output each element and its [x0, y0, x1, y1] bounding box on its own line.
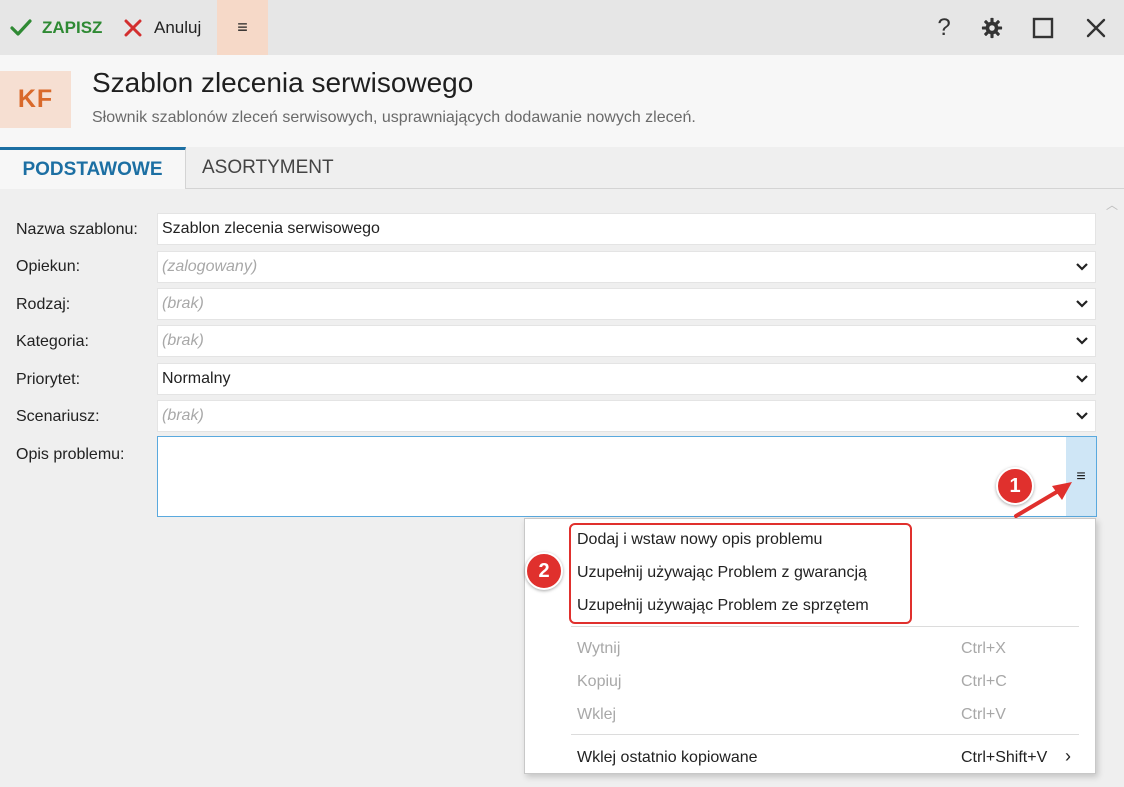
scroll-up-icon[interactable]: ︿: [1106, 196, 1118, 213]
rodzaj-select[interactable]: (brak): [157, 288, 1096, 320]
settings-button[interactable]: [972, 0, 1012, 55]
kategoria-select[interactable]: (brak): [157, 325, 1096, 357]
rodzaj-placeholder: (brak): [162, 295, 204, 312]
save-label: ZAPISZ: [42, 17, 103, 37]
nazwa-field[interactable]: Szablon zlecenia serwisowego: [157, 213, 1096, 245]
priorytet-label: Priorytet:: [16, 371, 81, 388]
scenariusz-select[interactable]: (brak): [157, 400, 1096, 432]
cancel-button[interactable]: Anuluj: [124, 0, 201, 55]
hamburger-icon: ≡: [1076, 467, 1086, 485]
menu-item-kopiuj[interactable]: Kopiuj: [577, 673, 621, 691]
chevron-down-icon: [1076, 375, 1088, 383]
help-icon: ?: [937, 13, 951, 41]
page-title: Szablon zlecenia serwisowego: [92, 67, 474, 98]
chevron-down-icon: [1076, 263, 1088, 271]
menu-item-wklej-ostatnio[interactable]: Wklej ostatnio kopiowane: [577, 749, 758, 767]
checkmark-icon: [10, 18, 32, 36]
annotation-badge-2: 2: [525, 552, 563, 590]
close-x-icon: [124, 19, 142, 36]
shortcut-ctrl-v: Ctrl+V: [961, 706, 1006, 723]
priorytet-select[interactable]: Normalny: [157, 363, 1096, 395]
tab-asortyment[interactable]: ASORTYMENT: [202, 147, 334, 189]
chevron-down-icon: [1076, 412, 1088, 420]
maximize-icon: [1032, 17, 1054, 38]
close-icon: [1086, 18, 1106, 37]
tab-podstawowe[interactable]: PODSTAWOWE: [0, 147, 186, 189]
scenariusz-label: Scenariusz:: [16, 408, 100, 425]
nazwa-label: Nazwa szablonu:: [16, 221, 138, 238]
page-header: KF Szablon zlecenia serwisowego Słownik …: [0, 55, 1124, 147]
annotation-highlight-box: [569, 523, 912, 624]
help-button[interactable]: ?: [924, 0, 964, 55]
chevron-down-icon: [1076, 300, 1088, 308]
hamburger-icon: ≡: [237, 17, 248, 37]
menu-separator: [571, 734, 1079, 735]
rodzaj-label: Rodzaj:: [16, 296, 71, 313]
shortcut-ctrl-shift-v: Ctrl+Shift+V: [961, 749, 1048, 766]
priorytet-value: Normalny: [162, 370, 231, 387]
maximize-button[interactable]: [1023, 0, 1063, 55]
kategoria-label: Kategoria:: [16, 333, 89, 350]
save-button[interactable]: ZAPISZ: [10, 0, 102, 55]
gear-icon: [981, 17, 1003, 38]
toolbar-menu-button[interactable]: ≡: [217, 0, 268, 55]
cancel-label: Anuluj: [154, 17, 202, 37]
chevron-down-icon: [1076, 337, 1088, 345]
opiekun-placeholder: (zalogowany): [162, 258, 258, 275]
shortcut-ctrl-c: Ctrl+C: [961, 673, 1007, 690]
toolbar: ZAPISZ Anuluj ≡ ?: [0, 0, 1124, 55]
opiekun-select[interactable]: (zalogowany): [157, 251, 1096, 283]
module-logo: KF: [0, 71, 71, 128]
scenariusz-placeholder: (brak): [162, 407, 204, 424]
submenu-chevron-icon: ›: [1065, 746, 1071, 766]
annotation-arrow-icon: [1014, 482, 1072, 518]
page-subtitle: Słownik szablonów zleceń serwisowych, us…: [92, 109, 696, 126]
menu-item-wklej[interactable]: Wklej: [577, 706, 616, 724]
close-window-button[interactable]: [1076, 0, 1116, 55]
kategoria-placeholder: (brak): [162, 332, 204, 349]
menu-item-wytnij[interactable]: Wytnij: [577, 640, 620, 658]
menu-separator: [571, 626, 1079, 627]
nazwa-value: Szablon zlecenia serwisowego: [162, 220, 380, 237]
shortcut-ctrl-x: Ctrl+X: [961, 640, 1006, 657]
tab-bar: PODSTAWOWE ASORTYMENT: [0, 147, 1124, 189]
opis-label: Opis problemu:: [16, 446, 125, 463]
opis-problemu-textarea[interactable]: ≡: [157, 436, 1097, 517]
opiekun-label: Opiekun:: [16, 258, 81, 275]
